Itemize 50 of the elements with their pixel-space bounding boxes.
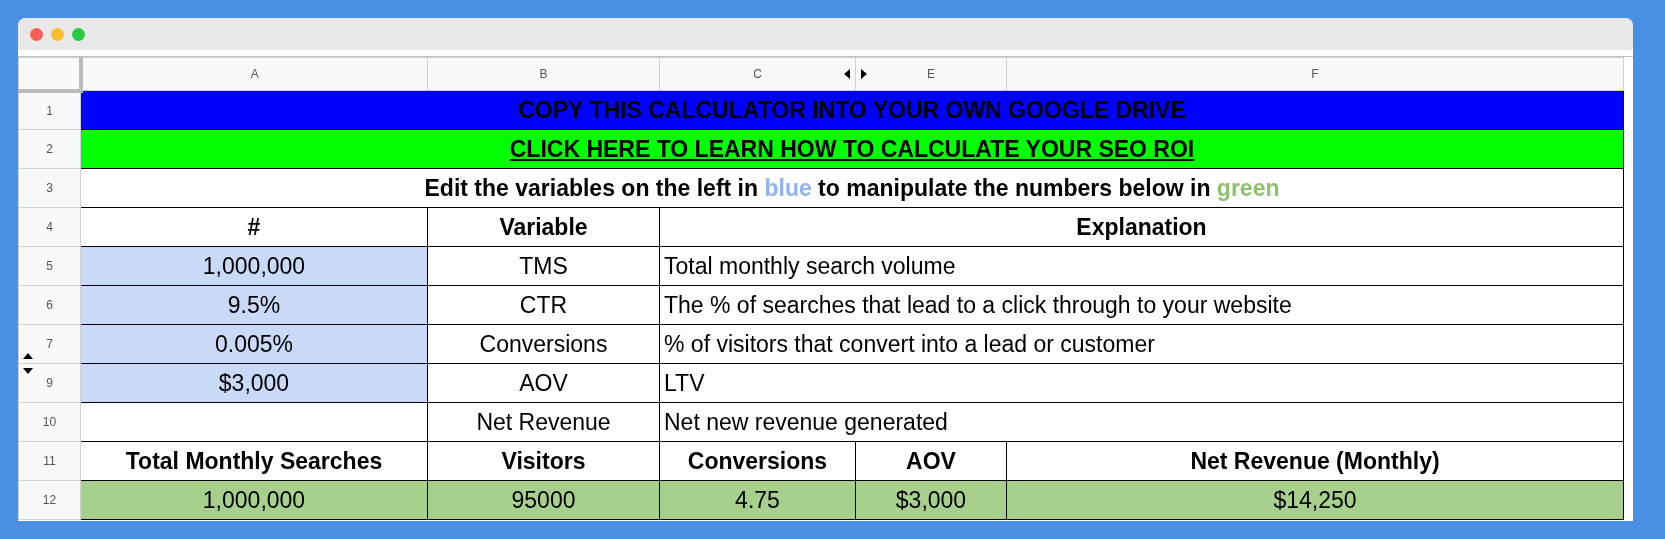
row-header[interactable]: 3 [18, 168, 81, 208]
table-cell: 1,000,000 [80, 246, 428, 286]
table-cell: Net Revenue [427, 402, 660, 442]
table-cell: 0.005% [80, 324, 428, 364]
table-cell: LTV [659, 363, 1624, 403]
row-header[interactable]: 1 [18, 90, 81, 130]
row-header[interactable]: 12 [18, 480, 81, 520]
row-header[interactable]: 10 [18, 402, 81, 442]
left-arrow-icon[interactable] [843, 69, 851, 79]
column-header[interactable]: E [855, 57, 1007, 91]
down-arrow-icon[interactable] [23, 367, 33, 375]
link-cell[interactable]: CLICK HERE TO LEARN HOW TO CALCULATE YOUR SEO ROI [80, 129, 1624, 169]
table-cell: 9.5% [80, 285, 428, 325]
column-header[interactable]: A [80, 57, 428, 91]
table-cell: The % of searches that lead to a click through to your website [659, 285, 1624, 325]
table-cell: 1,000,000 [80, 480, 428, 520]
row-header[interactable]: 6 [18, 285, 81, 325]
table-cell: $3,000 [80, 363, 428, 403]
row-header[interactable]: 7 [18, 324, 81, 364]
up-arrow-icon[interactable] [23, 352, 33, 360]
right-arrow-icon[interactable] [860, 69, 868, 79]
table-cell: COPY THIS CALCULATOR INTO YOUR OWN GOOGLE DRIVE [80, 90, 1624, 130]
table-cell: Total Monthly Searches [80, 441, 428, 481]
table-cell: Explanation [659, 207, 1624, 247]
table-cell: Net new revenue generated [659, 402, 1624, 442]
table-cell: Conversions [659, 441, 856, 481]
row-header[interactable]: 4 [18, 207, 81, 247]
table-cell: % of visitors that convert into a lead or customer [659, 324, 1624, 364]
table-cell: Total monthly search volume [659, 246, 1624, 286]
row-header[interactable]: 9 [18, 363, 81, 403]
column-header[interactable]: C [659, 57, 856, 91]
table-cell: 4.75 [659, 480, 856, 520]
table-cell: CTR [427, 285, 660, 325]
column-header[interactable]: B [427, 57, 660, 91]
column-header[interactable]: F [1006, 57, 1624, 91]
row-header[interactable]: 2 [18, 129, 81, 169]
table-cell: Net Revenue (Monthly) [1006, 441, 1624, 481]
table-cell: AOV [427, 363, 660, 403]
row-header[interactable]: 5 [18, 246, 81, 286]
table-cell: Visitors [427, 441, 660, 481]
table-cell: Variable [427, 207, 660, 247]
table-cell: Conversions [427, 324, 660, 364]
row-header[interactable]: 11 [18, 441, 81, 481]
table-cell: AOV [855, 441, 1007, 481]
table-cell: # [80, 207, 428, 247]
table-cell: TMS [427, 246, 660, 286]
table-cell: 95000 [427, 480, 660, 520]
table-cell: $14,250 [1006, 480, 1624, 520]
table-cell: $3,000 [855, 480, 1007, 520]
table-cell: Edit the variables on the left in blue to manipulate the numbers below in green [80, 168, 1624, 208]
